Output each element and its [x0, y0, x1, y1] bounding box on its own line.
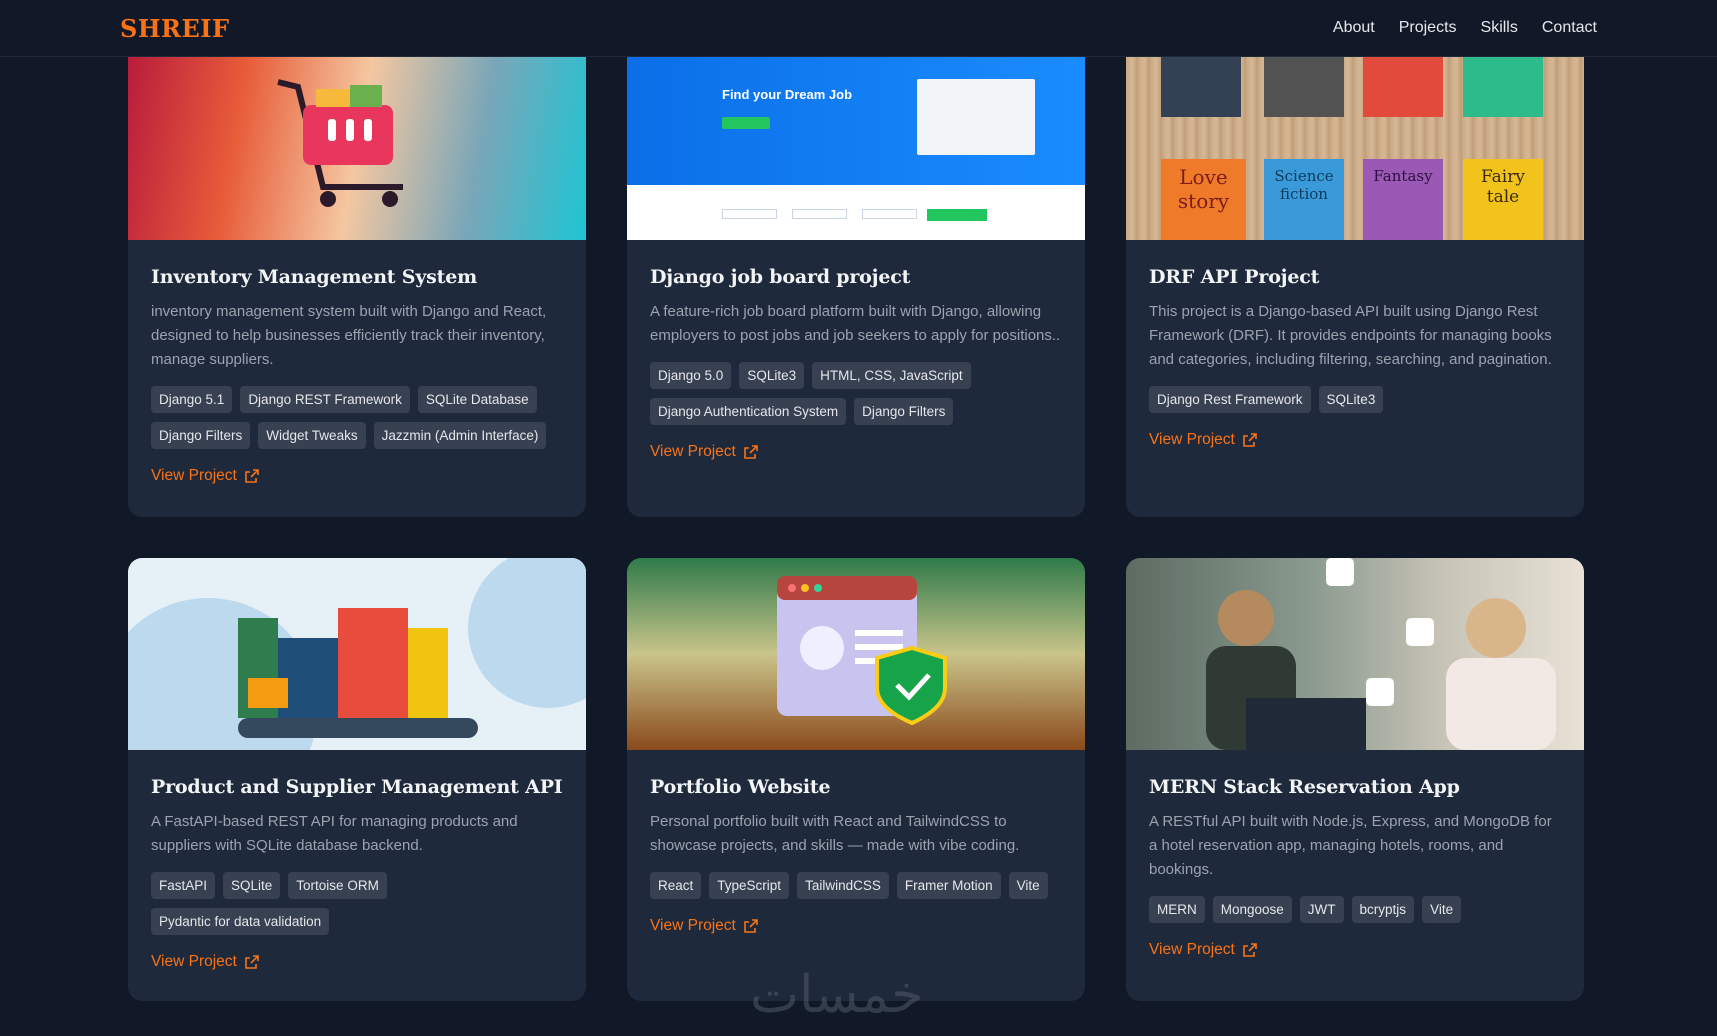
- tech-tag: Django Filters: [854, 398, 954, 425]
- navbar: SHREIF About Projects Skills Contact: [0, 0, 1717, 57]
- tech-tag: Jazzmin (Admin Interface): [373, 422, 547, 449]
- factory-illustration: [128, 558, 586, 750]
- project-thumbnail: [128, 558, 586, 750]
- tech-tag: JWT: [1299, 896, 1344, 923]
- project-thumbnail: Love story Science fiction Fantasy Fairy…: [1126, 57, 1584, 240]
- tech-tag: Django REST Framework: [240, 386, 410, 413]
- external-link-icon: [1243, 943, 1257, 957]
- tag-list: MERN Mongoose JWT bcryptjs Vite: [1149, 896, 1561, 923]
- project-thumbnail: [128, 57, 586, 240]
- view-project-link[interactable]: View Project: [1149, 431, 1257, 449]
- project-card-drf: Love story Science fiction Fantasy Fairy…: [1126, 57, 1584, 517]
- tech-tag: Django Authentication System: [650, 398, 847, 425]
- tech-tag: React: [650, 872, 702, 899]
- tech-tag: HTML, CSS, JavaScript: [812, 362, 971, 389]
- project-title: MERN Stack Reservation App: [1149, 776, 1460, 798]
- project-description: This project is a Django-based API built…: [1149, 303, 1552, 368]
- tech-tag: Vite: [1008, 872, 1048, 899]
- external-link-icon: [744, 919, 758, 933]
- nav-contact[interactable]: Contact: [1542, 19, 1597, 37]
- project-thumbnail: [627, 558, 1085, 750]
- tag-list: FastAPI SQLite Tortoise ORM Pydantic for…: [151, 872, 563, 935]
- tech-tag: SQLite: [223, 872, 281, 899]
- project-description: A RESTful API built with Node.js, Expres…: [1149, 813, 1552, 878]
- project-title: Inventory Management System: [151, 266, 478, 288]
- view-project-link[interactable]: View Project: [650, 917, 758, 935]
- project-description: A feature-rich job board platform built …: [650, 303, 1061, 344]
- tech-tag: TypeScript: [709, 872, 790, 899]
- external-link-icon: [744, 445, 758, 459]
- project-description: inventory management system built with D…: [151, 303, 547, 368]
- project-description: Personal portfolio built with React and …: [650, 813, 1020, 854]
- project-title: DRF API Project: [1149, 266, 1320, 288]
- project-thumbnail: Find your Dream Job: [627, 57, 1085, 240]
- watermark-logo: خمسات: [750, 965, 924, 1025]
- view-project-label: View Project: [151, 953, 237, 970]
- project-card-product-supplier: Product and Supplier Management API A Fa…: [128, 558, 586, 1001]
- tech-tag: SQLite3: [1318, 386, 1384, 413]
- shopping-cart-icon: [277, 79, 403, 207]
- thumb-heading: Find your Dream Job: [722, 87, 853, 102]
- tech-tag: Mongoose: [1212, 896, 1292, 923]
- view-project-link[interactable]: View Project: [650, 443, 758, 461]
- project-card-portfolio: Portfolio Website Personal portfolio bui…: [627, 558, 1085, 1001]
- view-project-label: View Project: [650, 443, 736, 460]
- external-link-icon: [245, 955, 259, 969]
- external-link-icon: [245, 469, 259, 483]
- tag-list: React TypeScript TailwindCSS Framer Moti…: [650, 872, 1062, 899]
- site-logo[interactable]: SHREIF: [120, 14, 230, 43]
- view-project-link[interactable]: View Project: [151, 953, 259, 971]
- tech-tag: bcryptjs: [1351, 896, 1415, 923]
- tech-tag: Vite: [1422, 896, 1462, 923]
- view-project-label: View Project: [1149, 941, 1235, 958]
- book-label: Science fiction: [1264, 159, 1344, 240]
- project-thumbnail: [1126, 558, 1584, 750]
- project-card-mern: MERN Stack Reservation App A RESTful API…: [1126, 558, 1584, 1001]
- nav-projects[interactable]: Projects: [1399, 19, 1457, 37]
- view-project-label: View Project: [1149, 431, 1235, 448]
- tech-tag: Tortoise ORM: [288, 872, 387, 899]
- project-title: Portfolio Website: [650, 776, 831, 798]
- tech-tag: Django Rest Framework: [1149, 386, 1311, 413]
- nav-about[interactable]: About: [1333, 19, 1375, 37]
- project-title: Product and Supplier Management API: [151, 776, 563, 798]
- project-title: Django job board project: [650, 266, 911, 288]
- external-link-icon: [1243, 433, 1257, 447]
- tech-tag: SQLite3: [739, 362, 805, 389]
- tech-tag: TailwindCSS: [797, 872, 889, 899]
- tech-tag: Widget Tweaks: [258, 422, 366, 449]
- book-label: Fantasy: [1363, 159, 1443, 240]
- tech-tag: Django 5.1: [151, 386, 233, 413]
- reservation-photo-illustration: [1206, 558, 1556, 750]
- project-card-jobboard: Find your Dream Job Django job board pro…: [627, 57, 1085, 517]
- nav-skills[interactable]: Skills: [1481, 19, 1518, 37]
- profile-card-illustration: [777, 576, 947, 726]
- tech-tag: Django 5.0: [650, 362, 732, 389]
- tag-list: Django 5.0 SQLite3 HTML, CSS, JavaScript…: [650, 362, 1062, 425]
- project-card-inventory: Inventory Management System inventory ma…: [128, 57, 586, 517]
- view-project-label: View Project: [151, 467, 237, 484]
- tag-list: Django Rest Framework SQLite3: [1149, 386, 1561, 413]
- view-project-label: View Project: [650, 917, 736, 934]
- projects-grid: Inventory Management System inventory ma…: [128, 57, 1584, 1001]
- tech-tag: SQLite Database: [417, 386, 537, 413]
- view-project-link[interactable]: View Project: [1149, 941, 1257, 959]
- tech-tag: Framer Motion: [896, 872, 1001, 899]
- nav-links: About Projects Skills Contact: [1333, 19, 1597, 37]
- tech-tag: Pydantic for data validation: [151, 908, 330, 935]
- project-description: A FastAPI-based REST API for managing pr…: [151, 813, 518, 854]
- tech-tag: Django Filters: [151, 422, 251, 449]
- tag-list: Django 5.1 Django REST Framework SQLite …: [151, 386, 563, 449]
- book-label: Love story: [1161, 159, 1246, 240]
- view-project-link[interactable]: View Project: [151, 467, 259, 485]
- book-label: Fairy tale: [1463, 159, 1543, 240]
- tech-tag: MERN: [1149, 896, 1205, 923]
- tech-tag: FastAPI: [151, 872, 216, 899]
